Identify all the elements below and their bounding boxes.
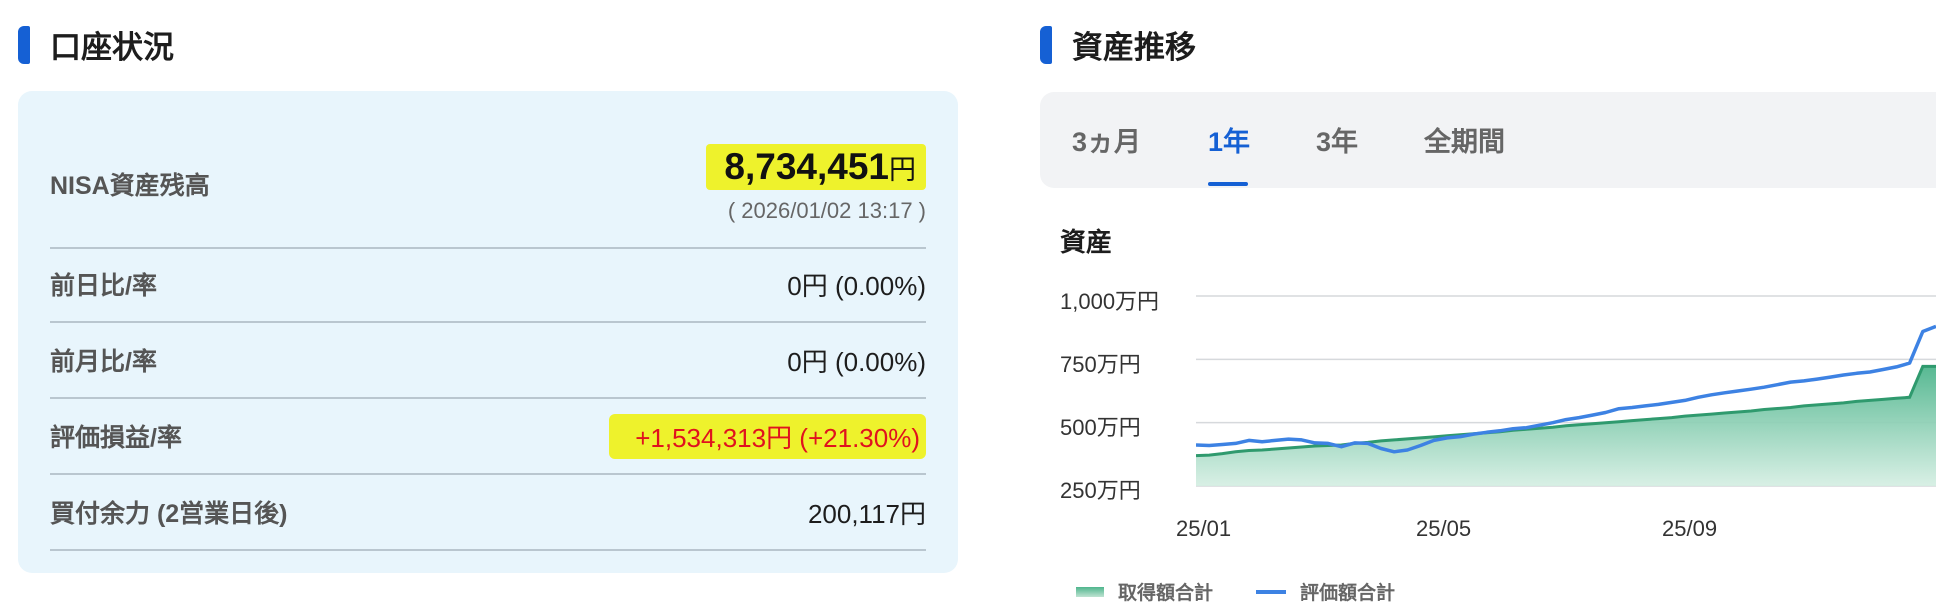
y-tick-label: 500万円 — [1060, 415, 1141, 440]
asset-chart — [1196, 295, 1936, 487]
legend-valuation: 評価額合計 — [1256, 578, 1395, 605]
period-tabs: 3ヵ月 1年 3年 全期間 — [1040, 92, 1936, 188]
unrealized-gain-value: +1,534,313円 (+21.30%) — [609, 413, 926, 459]
title-accent-bar — [1040, 25, 1052, 64]
active-tab-indicator — [1208, 182, 1248, 186]
assets-section-title: 資産推移 — [1040, 22, 1196, 67]
buying-power-value: 200,117円 — [807, 498, 926, 529]
monthly-change-value: 0円 (0.00%) — [787, 346, 926, 377]
account-section-title: 口座状況 — [18, 22, 174, 67]
unrealized-gain-label: 評価損益/率 — [50, 424, 182, 452]
legend-line-swatch — [1256, 589, 1286, 594]
nisa-balance-row: NISA資産残高 8,734,451円 ( 2026/01/02 13:17 ) — [50, 121, 926, 249]
legend-valuation-label: 評価額合計 — [1300, 583, 1396, 604]
monthly-change-label: 前月比/率 — [50, 348, 157, 376]
nisa-balance-label: NISA資産残高 — [50, 172, 210, 200]
x-tick-label: 25/01 — [1176, 516, 1232, 541]
buying-power-label: 買付余力 (2営業日後) — [50, 500, 288, 528]
legend-acquisition-label: 取得額合計 — [1118, 583, 1214, 604]
monthly-change-row: 前月比/率 0円 (0.00%) — [50, 323, 926, 399]
daily-change-row: 前日比/率 0円 (0.00%) — [50, 247, 926, 323]
tab-3-months[interactable]: 3ヵ月 — [1072, 120, 1141, 159]
y-tick-label: 750万円 — [1060, 352, 1141, 377]
tab-3-years[interactable]: 3年 — [1316, 120, 1358, 159]
unrealized-gain-row: 評価損益/率 +1,534,313円 (+21.30%) — [50, 399, 926, 475]
nisa-balance-block: 8,734,451円 ( 2026/01/02 13:17 ) — [706, 144, 926, 224]
balance-timestamp: ( 2026/01/02 13:17 ) — [727, 198, 926, 223]
x-tick-label: 25/09 — [1662, 516, 1718, 541]
account-title-text: 口座状況 — [50, 30, 174, 65]
assets-title-text: 資産推移 — [1072, 30, 1196, 65]
account-panel: NISA資産残高 8,734,451円 ( 2026/01/02 13:17 )… — [18, 91, 958, 573]
nisa-balance-value: 8,734,451円 — [706, 144, 926, 190]
daily-change-label: 前日比/率 — [50, 272, 157, 300]
chart-title: 資産 — [1060, 227, 1113, 257]
buying-power-row: 買付余力 (2営業日後) 200,117円 — [50, 475, 926, 551]
tab-1-year[interactable]: 1年 — [1208, 120, 1250, 159]
legend-area-swatch — [1076, 586, 1104, 597]
x-tick-label: 25/05 — [1416, 516, 1472, 541]
daily-change-value: 0円 (0.00%) — [787, 270, 926, 301]
legend-acquisition: 取得額合計 — [1076, 578, 1213, 605]
title-accent-bar — [18, 25, 30, 64]
y-tick-label: 1,000万円 — [1060, 289, 1160, 314]
y-tick-label: 250万円 — [1060, 478, 1141, 503]
tab-all-time[interactable]: 全期間 — [1424, 120, 1505, 159]
